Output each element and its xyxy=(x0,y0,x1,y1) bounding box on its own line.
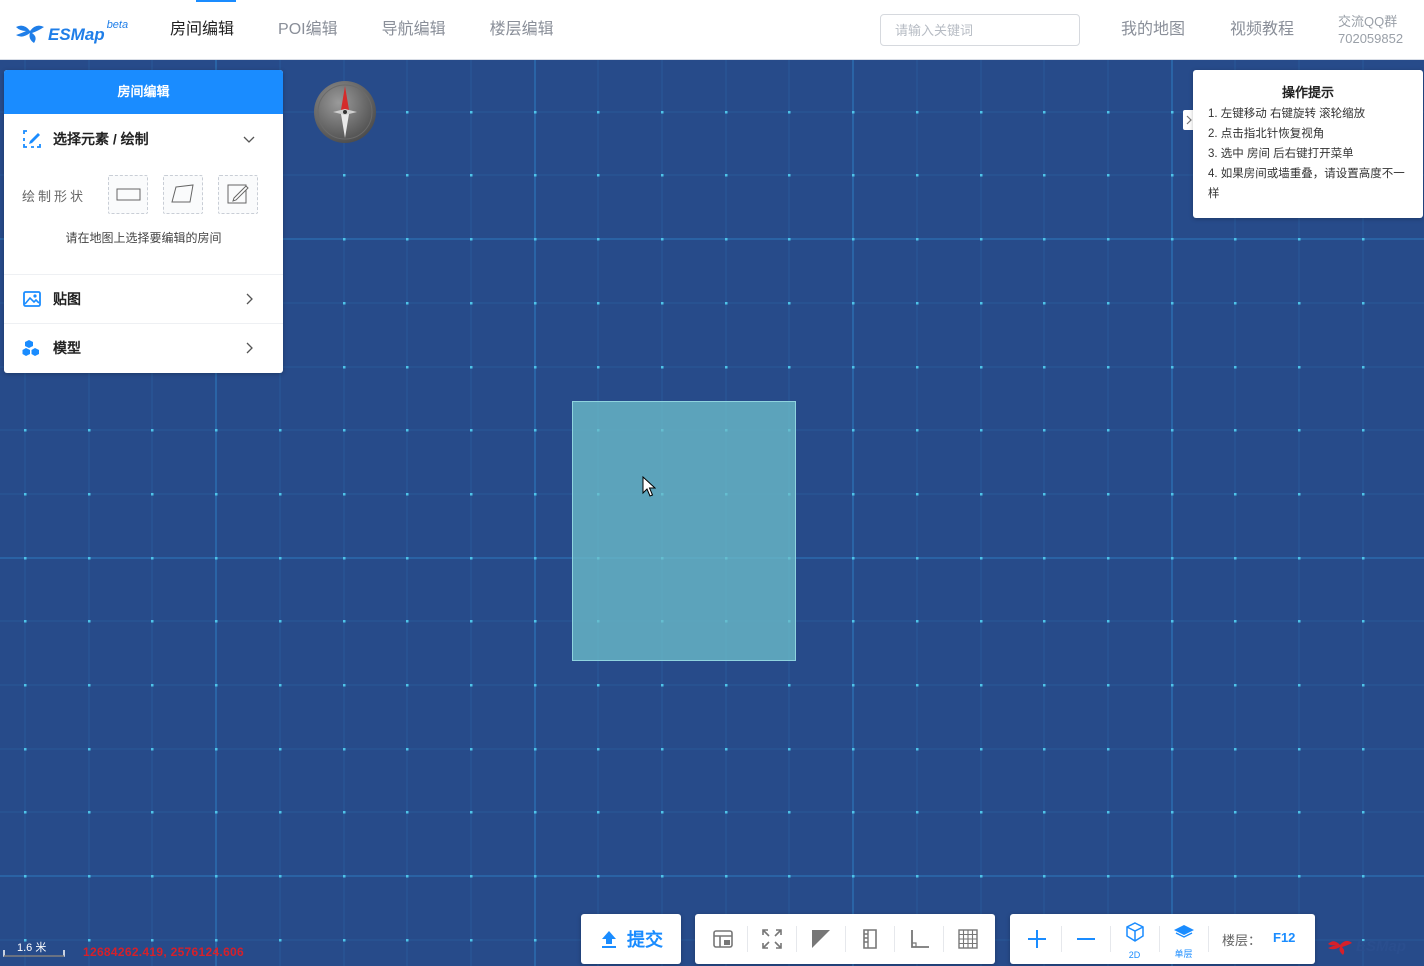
draw-freehand-button[interactable] xyxy=(218,175,258,214)
fullscreen-tool-button[interactable] xyxy=(747,914,796,964)
minus-icon xyxy=(1076,938,1095,940)
layers-icon xyxy=(1173,925,1194,938)
upload-icon xyxy=(602,931,616,948)
video-tutorial-link[interactable]: 视频教程 xyxy=(1230,0,1294,60)
model-cubes-icon xyxy=(22,339,39,356)
submit-label: 提交 xyxy=(627,930,663,950)
view-2d-label: 2D xyxy=(1128,950,1141,960)
tips-title: 操作提示 xyxy=(1281,85,1334,100)
floor-label: 楼层： xyxy=(1222,933,1262,948)
logo-icon xyxy=(16,25,44,43)
corner-triangle-icon xyxy=(811,930,830,948)
qq-label: 交流QQ群 xyxy=(1338,14,1398,29)
submit-button[interactable]: 提交 xyxy=(581,914,681,964)
search-input[interactable] xyxy=(880,14,1080,46)
chevron-down-icon xyxy=(243,136,255,143)
logo-beta: beta xyxy=(106,19,129,31)
tip-line: 3. 选中 房间 后右键打开菜单 xyxy=(1208,148,1354,160)
qq-number: 702059852 xyxy=(1338,31,1404,46)
edit-select-icon xyxy=(23,129,41,148)
room-polygon[interactable] xyxy=(572,401,796,661)
rectangle-icon xyxy=(116,188,141,201)
cube-3d-icon xyxy=(1125,922,1144,942)
esmap-logo[interactable]: ESMap beta xyxy=(14,19,129,46)
floor-plan-tool-button[interactable] xyxy=(698,914,747,964)
select-draw-section-header[interactable]: 选择元素 / 绘制 xyxy=(4,114,283,163)
tip-line: 1. 左键移动 右键旋转 滚轮缩放 xyxy=(1208,108,1366,120)
tool-divider xyxy=(1208,926,1209,952)
polygon-icon xyxy=(171,184,194,203)
view-controls-toolbar: 2D 单层 楼层： F12 xyxy=(1010,914,1315,964)
scale-label: 1.6 米 xyxy=(17,942,47,954)
mouse-cursor-icon xyxy=(642,476,656,497)
my-map-link[interactable]: 我的地图 xyxy=(1121,0,1185,60)
wall-icon xyxy=(862,929,877,949)
corner-tool-button[interactable] xyxy=(894,914,943,964)
texture-section-header[interactable]: 贴图 xyxy=(4,274,283,323)
esmap-watermark-logo: ESMap xyxy=(1328,938,1406,955)
draw-shape-label: 绘制形状 xyxy=(22,189,87,204)
chevron-right-icon xyxy=(246,293,253,304)
nav-navigation-edit[interactable]: 导航编辑 xyxy=(360,0,468,60)
freehand-draw-icon xyxy=(227,184,249,204)
select-draw-label: 选择元素 / 绘制 xyxy=(53,130,149,147)
zoom-in-button[interactable] xyxy=(1012,914,1061,964)
single-floor-toggle-button[interactable]: 单层 xyxy=(1159,914,1208,964)
draw-polygon-button[interactable] xyxy=(163,175,203,214)
grid-icon xyxy=(957,929,978,949)
cursor-coordinates: 12684262.419, 2576124.606 xyxy=(83,945,244,959)
model-section-header[interactable]: 模型 xyxy=(4,323,283,372)
wall-tool-button[interactable] xyxy=(845,914,894,964)
grid-tool-button[interactable] xyxy=(943,914,992,964)
single-floor-label: 单层 xyxy=(1174,949,1193,959)
plus-icon xyxy=(1027,930,1046,948)
fullscreen-icon xyxy=(761,929,782,949)
nav-room-edit[interactable]: 房间编辑 xyxy=(148,0,256,60)
edit-tools-toolbar xyxy=(695,914,995,964)
panel-title: 房间编辑 xyxy=(4,70,283,114)
floor-selector[interactable]: F12 xyxy=(1273,930,1295,945)
nav-poi-edit[interactable]: POI编辑 xyxy=(256,0,360,60)
top-header: ESMap beta 房间编辑 POI编辑 导航编辑 楼层编辑 我的地图 视频教… xyxy=(0,0,1424,60)
draw-rectangle-button[interactable] xyxy=(108,175,148,214)
texture-label: 贴图 xyxy=(53,290,81,307)
triangle-tool-button[interactable] xyxy=(796,914,845,964)
room-edit-panel: 房间编辑 选择元素 / 绘制 绘制形状 请在地图上选择要编辑的房间 贴图 模型 xyxy=(4,70,283,373)
view-2d-toggle-button[interactable]: 2D xyxy=(1110,914,1159,964)
floor-plan-icon xyxy=(712,930,733,948)
chevron-right-icon xyxy=(246,342,253,353)
operation-tips-panel: 操作提示 1. 左键移动 右键旋转 滚轮缩放 2. 点击指北针恢复视角 3. 选… xyxy=(1193,70,1423,218)
select-room-hint: 请在地图上选择要编辑的房间 xyxy=(65,231,222,245)
nav-floor-edit[interactable]: 楼层编辑 xyxy=(468,0,576,60)
svg-text:ESMap: ESMap xyxy=(1356,938,1406,955)
main-nav: 房间编辑 POI编辑 导航编辑 楼层编辑 xyxy=(148,0,576,60)
tip-line: 2. 点击指北针恢复视角 xyxy=(1208,128,1325,140)
logo-text: ESMap xyxy=(48,25,105,44)
texture-image-icon xyxy=(23,290,41,307)
corner-angle-icon xyxy=(910,930,929,948)
tip-line: 4. 如果房间或墙重叠，请设置高度不一样 xyxy=(1208,168,1405,200)
zoom-out-button[interactable] xyxy=(1061,914,1110,964)
qq-group-info: 交流QQ群 702059852 xyxy=(1338,13,1403,47)
compass-icon[interactable] xyxy=(313,80,377,144)
model-label: 模型 xyxy=(53,339,81,356)
